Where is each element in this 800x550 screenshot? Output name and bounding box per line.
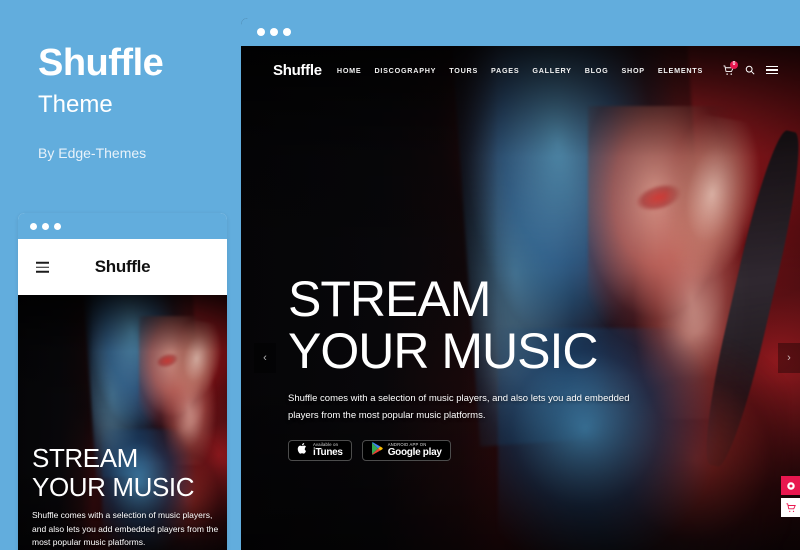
mobile-hero-paragraph: Shuffle comes with a selection of music … <box>32 510 219 547</box>
nav-item-shop[interactable]: SHOP <box>621 66 644 75</box>
nav-item-pages[interactable]: PAGES <box>491 66 519 75</box>
mobile-preview-window: Shuffle STREAM YOUR MUSIC Shuffle comes … <box>18 213 227 550</box>
hero-content: STREAM YOUR MUSIC Shuffle comes with a s… <box>288 271 718 462</box>
desktop-site-viewport: Shuffle HOME DISCOGRAPHY TOURS PAGES GAL… <box>241 46 800 550</box>
window-dot-2[interactable] <box>270 28 278 36</box>
settings-circle-icon[interactable] <box>781 476 800 495</box>
nav-item-home[interactable]: HOME <box>337 66 362 75</box>
desktop-preview-window: Shuffle HOME DISCOGRAPHY TOURS PAGES GAL… <box>241 18 800 550</box>
site-header: Shuffle HOME DISCOGRAPHY TOURS PAGES GAL… <box>241 46 800 94</box>
hero-heading-line1: STREAM <box>288 271 491 327</box>
shopping-cart-icon[interactable] <box>781 498 800 517</box>
mobile-site-header: Shuffle <box>18 239 227 295</box>
promo-title: Shuffle <box>38 42 164 84</box>
floating-side-buttons <box>781 476 800 517</box>
cart-icon[interactable]: 0 <box>723 60 738 76</box>
mobile-hero-heading-line2: YOUR MUSIC <box>32 472 195 503</box>
hero-heading-line2: YOUR MUSIC <box>288 322 598 379</box>
slider-prev-arrow[interactable]: ‹ <box>254 343 276 373</box>
window-dot-3[interactable] <box>283 28 291 36</box>
main-navigation: HOME DISCOGRAPHY TOURS PAGES GALLERY BLO… <box>337 60 778 77</box>
nav-item-discography[interactable]: DISCOGRAPHY <box>374 66 436 75</box>
google-play-badge-text: ANDROID APP ON Google play <box>388 443 442 458</box>
window-controls <box>257 28 291 36</box>
nav-item-tours[interactable]: TOURS <box>449 66 478 75</box>
slider-next-arrow[interactable]: › <box>778 343 800 373</box>
desktop-browser-chrome <box>241 18 800 46</box>
site-logo[interactable]: Shuffle <box>273 62 322 79</box>
nav-item-gallery[interactable]: GALLERY <box>532 66 571 75</box>
google-play-icon <box>371 442 383 460</box>
apple-logo-icon <box>297 442 308 460</box>
google-play-badge-button[interactable]: ANDROID APP ON Google play <box>361 440 451 462</box>
itunes-badge-text: Available on iTunes <box>313 443 343 458</box>
mobile-window-dot-2[interactable] <box>42 222 49 230</box>
nav-item-blog[interactable]: BLOG <box>585 66 609 75</box>
mobile-hamburger-menu-icon[interactable] <box>36 259 49 276</box>
mobile-hero-heading-line1: STREAM <box>32 443 138 474</box>
mobile-window-dot-1[interactable] <box>30 222 37 230</box>
header-icon-group: 0 <box>723 60 778 77</box>
mobile-browser-chrome <box>18 213 227 239</box>
google-play-badge-title: Google play <box>387 446 442 458</box>
mobile-site-logo[interactable]: Shuffle <box>18 257 227 277</box>
itunes-badge-title: iTunes <box>313 446 343 458</box>
mobile-window-controls <box>30 222 61 230</box>
mobile-hero: STREAM YOUR MUSIC Shuffle comes with a s… <box>18 295 227 550</box>
app-store-badges: Available on iTunes ANDROID APP ON Googl… <box>288 440 718 462</box>
screenshot-stage: Shuffle Theme By Edge-Themes Shuffle HOM… <box>0 0 800 550</box>
promo-panel: Shuffle Theme By Edge-Themes <box>38 42 238 162</box>
nav-item-elements[interactable]: ELEMENTS <box>658 66 703 75</box>
hero-paragraph: Shuffle comes with a selection of music … <box>288 393 630 421</box>
search-icon[interactable] <box>745 65 755 75</box>
promo-author: By Edge-Themes <box>38 145 147 162</box>
window-dot-1[interactable] <box>257 28 265 36</box>
cart-badge-count: 0 <box>730 60 738 69</box>
mobile-window-dot-3[interactable] <box>54 222 61 230</box>
mobile-hero-content: STREAM YOUR MUSIC Shuffle comes with a s… <box>32 444 219 549</box>
itunes-badge-button[interactable]: Available on iTunes <box>288 440 352 462</box>
hamburger-menu-icon[interactable] <box>766 63 778 77</box>
promo-subtitle: Theme <box>38 90 113 118</box>
